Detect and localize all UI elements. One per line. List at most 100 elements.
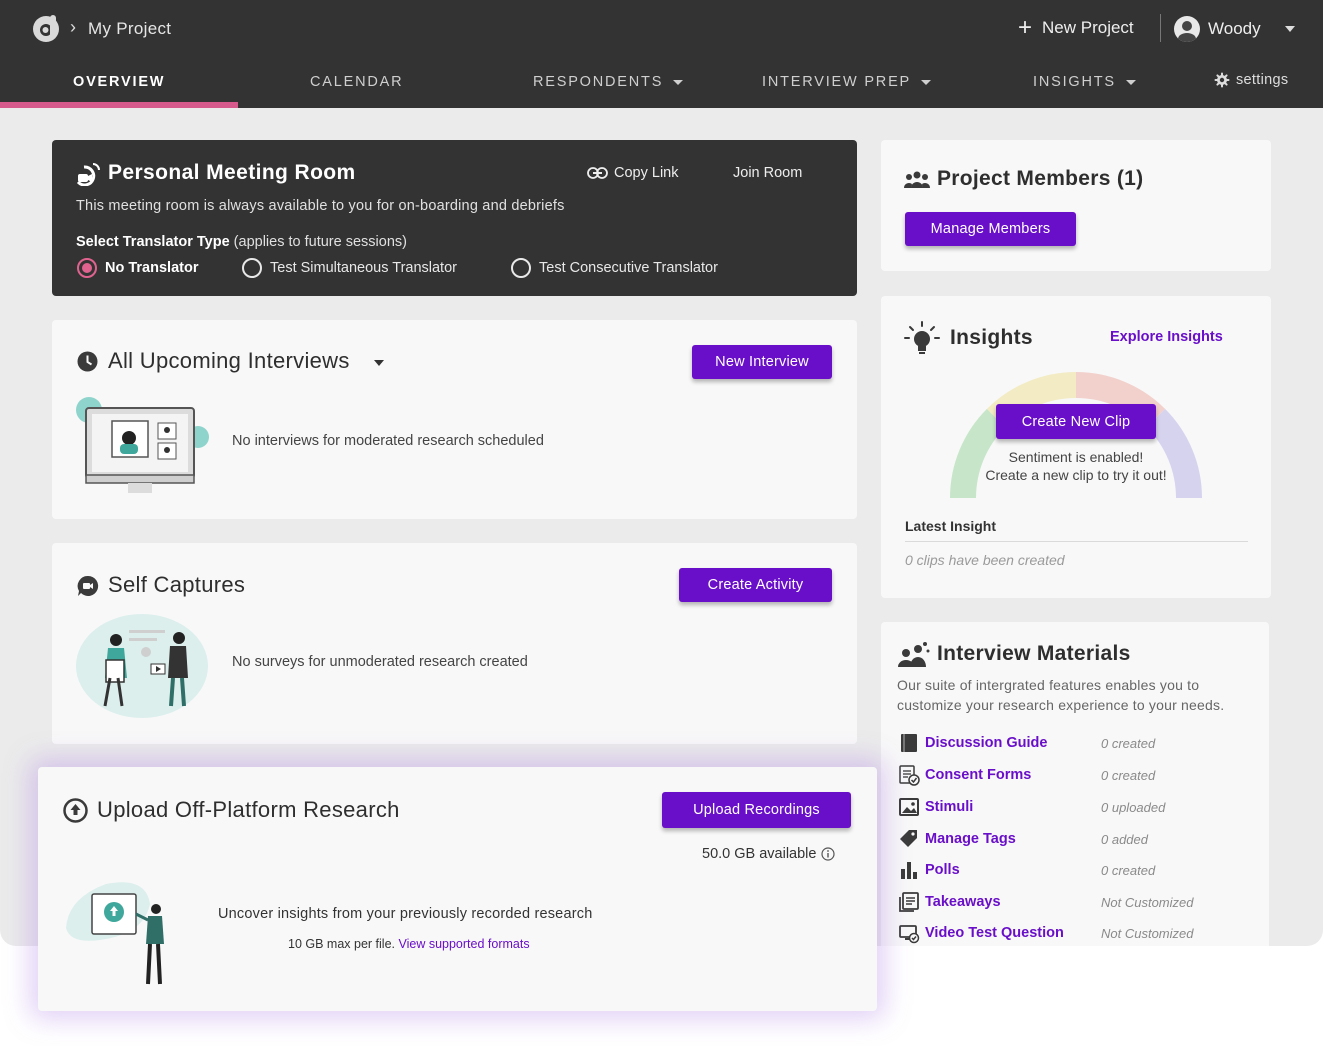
material-status: Not Customized	[1101, 925, 1194, 941]
description-line-2: customize your research experience to yo…	[897, 697, 1225, 713]
main-nav: OVERVIEW CALENDAR RESPONDENTS INTERVIEW …	[0, 66, 1323, 108]
upload-recordings-button[interactable]: Upload Recordings	[662, 792, 851, 828]
app-logo-icon[interactable]	[32, 12, 64, 44]
radio-dot	[77, 258, 97, 278]
material-name: Consent Forms	[925, 767, 1032, 783]
chat-video-icon	[77, 575, 99, 596]
join-room-button[interactable]: Join Room	[733, 165, 802, 181]
radio-simultaneous-translator[interactable]: Test Simultaneous Translator	[242, 258, 457, 278]
tab-overview[interactable]: OVERVIEW	[73, 74, 165, 90]
radio-consecutive-translator[interactable]: Test Consecutive Translator	[511, 258, 718, 278]
upload-icon	[63, 798, 88, 823]
material-status: 0 created	[1101, 767, 1156, 783]
tab-insights[interactable]: INSIGHTS	[1033, 74, 1136, 90]
chevron-down-icon	[1284, 26, 1295, 32]
translator-label-rest: (applies to future sessions)	[229, 234, 407, 250]
info-icon[interactable]	[821, 847, 836, 861]
interview-illustration-icon	[76, 397, 209, 493]
radio-label: No Translator	[105, 260, 199, 276]
self-captures-title: Self Captures	[108, 572, 246, 597]
new-project-button[interactable]: + New Project	[1018, 14, 1134, 41]
meeting-room-title: Personal Meeting Room	[108, 161, 356, 184]
settings-link[interactable]: settings	[1214, 72, 1288, 88]
tab-label: INTERVIEW PREP	[762, 74, 912, 90]
link-icon	[587, 167, 608, 179]
upload-description: Uncover insights from your previously re…	[218, 906, 593, 922]
latest-insight-label: Latest Insight	[905, 518, 997, 534]
copy-link-button[interactable]: Copy Link	[587, 165, 678, 181]
translator-type-label: Select Translator Type (applies to futur…	[76, 234, 407, 250]
tab-label: OVERVIEW	[73, 74, 166, 90]
supported-formats-link[interactable]: View supported formats	[398, 937, 529, 951]
create-activity-button[interactable]: Create Activity	[679, 568, 832, 602]
video-check-icon	[899, 925, 920, 944]
bar-chart-icon	[901, 862, 917, 879]
storage-available: 50.0 GB available	[702, 846, 836, 862]
tab-label: INSIGHTS	[1033, 74, 1116, 90]
header-divider	[1160, 14, 1161, 42]
chevron-down-icon	[1125, 79, 1136, 85]
tab-respondents[interactable]: RESPONDENTS	[533, 74, 684, 90]
tab-label: RESPONDENTS	[533, 74, 664, 90]
new-project-label: New Project	[1042, 18, 1134, 37]
description-line-1: Our suite of intergrated features enable…	[897, 677, 1200, 693]
material-name: Stimuli	[925, 799, 974, 815]
tab-interview-prep[interactable]: INTERVIEW PREP	[762, 74, 932, 90]
lightbulb-icon	[904, 321, 940, 354]
radio-label: Test Simultaneous Translator	[270, 260, 457, 276]
explore-insights-link[interactable]: Explore Insights	[1110, 329, 1223, 345]
gear-icon	[1214, 72, 1230, 88]
settings-label: settings	[1236, 72, 1289, 88]
clock-icon	[77, 351, 98, 372]
book-icon	[901, 734, 917, 752]
material-consent-forms[interactable]: Consent Forms 0 created	[898, 764, 1155, 786]
breadcrumb-project[interactable]: My Project	[88, 19, 171, 39]
material-manage-tags[interactable]: Manage Tags 0 added	[898, 828, 1148, 850]
meeting-room-description: This meeting room is always available to…	[76, 198, 565, 214]
divider	[905, 541, 1248, 542]
sentiment-line-2: Create a new clip to try it out!	[985, 467, 1167, 483]
material-name: Takeaways	[925, 894, 1001, 910]
material-polls[interactable]: Polls 0 created	[898, 859, 1155, 881]
material-status: 0 uploaded	[1101, 799, 1166, 815]
plus-icon: +	[1018, 14, 1033, 41]
tab-calendar[interactable]: CALENDAR	[310, 74, 403, 90]
active-tab-indicator	[0, 102, 238, 108]
interview-materials-title: Interview Materials	[937, 642, 1131, 665]
upload-limit-text: 10 GB max per file.	[288, 937, 395, 951]
top-bar: › My Project + New Project Woody OVERVIE…	[0, 0, 1323, 108]
project-members-title: Project Members (1)	[937, 167, 1144, 190]
users-icon	[904, 171, 930, 188]
radio-no-translator[interactable]: No Translator	[77, 258, 198, 278]
chevron-down-icon	[673, 79, 684, 85]
tab-label: CALENDAR	[310, 74, 404, 90]
material-name: Discussion Guide	[925, 735, 1048, 751]
material-takeaways[interactable]: Takeaways Not Customized	[898, 891, 1193, 913]
material-video-test-question[interactable]: Video Test Question Not Customized	[898, 922, 1193, 944]
interviewers-icon	[898, 642, 930, 667]
sentiment-message: Sentiment is enabled! Create a new clip …	[946, 448, 1206, 484]
meeting-room-icon	[76, 163, 100, 186]
upload-illustration-icon	[66, 882, 164, 985]
material-stimuli[interactable]: Stimuli 0 uploaded	[898, 796, 1165, 818]
material-status: 0 added	[1101, 831, 1148, 847]
create-new-clip-button[interactable]: Create New Clip	[996, 404, 1156, 439]
insights-title: Insights	[950, 326, 1033, 349]
copy-link-label: Copy Link	[614, 165, 679, 181]
interviews-title[interactable]: All Upcoming Interviews	[108, 348, 350, 374]
notes-icon	[899, 892, 919, 912]
material-discussion-guide[interactable]: Discussion Guide 0 created	[898, 732, 1155, 754]
image-icon	[899, 798, 919, 816]
avatar	[1174, 16, 1200, 42]
chevron-down-icon	[921, 79, 932, 85]
latest-insight-empty-text: 0 clips have been created	[905, 552, 1065, 568]
material-status: 0 created	[1101, 862, 1156, 878]
radio-dot	[242, 258, 262, 278]
chevron-down-icon[interactable]	[374, 360, 384, 366]
interview-materials-description: Our suite of intergrated features enable…	[897, 675, 1224, 715]
manage-members-button[interactable]: Manage Members	[905, 212, 1076, 246]
radio-label: Test Consecutive Translator	[539, 260, 718, 276]
breadcrumb-chevron-icon: ›	[70, 17, 76, 37]
user-menu[interactable]: Woody	[1174, 16, 1295, 42]
new-interview-button[interactable]: New Interview	[692, 345, 832, 379]
